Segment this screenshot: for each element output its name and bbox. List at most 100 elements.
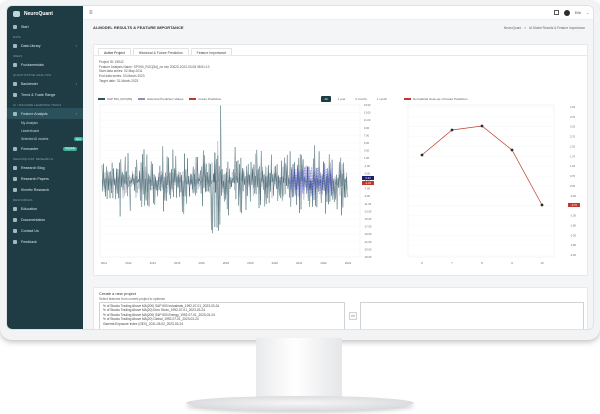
sidebar-nav: Start DATA Data Library › IDEAS Fundamentals Q… [7, 21, 83, 247]
closeup-y-tick-label: -3.30 [570, 253, 576, 257]
zoom-all-button[interactable]: All [321, 96, 331, 102]
zoom-1y-button[interactable]: 1 year [335, 96, 349, 102]
breadcrumb-home[interactable]: NeuroQuant [504, 26, 521, 30]
feature-option[interactable]: Gamma Exposure Index (GEX)_2011-05-02_20… [103, 322, 341, 326]
legend-item[interactable]: S&P 500_ROC[5d] [98, 97, 132, 101]
sidebar-subitem[interactable]: Leaderboard [7, 127, 83, 135]
chart-icon [13, 62, 17, 67]
sidebar-item-label: Research Papers [21, 176, 49, 181]
closeup-y-tick-label: -2.30 [570, 233, 576, 237]
y-tick-label: -11.00 [364, 202, 372, 206]
sidebar-item-label: Data Library [21, 43, 41, 48]
x-tick-label: 2019 [247, 261, 254, 265]
brain-icon [13, 111, 17, 116]
sidebar-item[interactable]: Documentation [7, 214, 83, 225]
y-tick-label: -15.00 [364, 217, 372, 221]
brand[interactable]: NeuroQuant [7, 6, 83, 21]
fullscreen-icon[interactable] [554, 10, 560, 15]
sidebar-item[interactable]: Kimetic Research [7, 184, 83, 195]
sidebar-item[interactable]: Forecaster Upgrade [7, 143, 83, 154]
chevron-down-icon[interactable]: ⌄ [586, 11, 589, 15]
sidebar-item[interactable]: Trend & Trade Range [7, 89, 83, 100]
results-panel: Active Project Historical & Future Predi… [93, 44, 588, 276]
sidebar-item[interactable]: Research Blog [7, 162, 83, 173]
menu-icon[interactable]: ≡ [89, 10, 93, 16]
main-content: AI-MODEL RESULTS & FEATURE IMPORTANCE Ne… [83, 20, 593, 329]
x-tick-label: 2011 [101, 261, 107, 265]
tab-feature-importance[interactable]: Feature Importance [190, 48, 233, 55]
closeup-y-tick-label: 3.70 [570, 115, 576, 119]
closeup-x-tick-label: 7 [451, 261, 453, 265]
education-icon [13, 206, 17, 211]
closeup-y-tick-label: 3.20 [570, 125, 576, 129]
selected-features-list[interactable] [360, 302, 584, 329]
breadcrumb-current: AI-Model Results & Feature Importance [529, 25, 585, 30]
sidebar-item[interactable]: Contact Us [7, 225, 83, 236]
y-tick-label: 13.00 [364, 111, 371, 115]
move-right-button[interactable]: >> [349, 312, 357, 320]
new-badge: New [73, 137, 83, 141]
sidebar-item-label: Contact Us [21, 228, 39, 233]
sidebar-section-label: NEUROQUANT RESEARCH [13, 157, 53, 161]
sidebar-item[interactable]: Data Library › [7, 40, 83, 51]
legend-item[interactable]: Future Prediction [189, 97, 221, 101]
trend-icon [13, 92, 17, 97]
zoom-1m-button[interactable]: 1 month [374, 96, 390, 102]
sidebar-item[interactable]: Fundamentals [7, 59, 83, 70]
legend-item[interactable]: Normalized close-up of Future Prediction [404, 97, 467, 101]
sidebar-subitem[interactable]: My Analysis [7, 119, 83, 127]
zoom-controls: All 1 year 6 months 1 month [321, 96, 390, 102]
closeup-y-tick-label: 2.70 [570, 135, 576, 139]
sidebar-item[interactable]: Feature Analysis › [7, 108, 83, 119]
y-tick-label: 7.00 [364, 133, 370, 137]
chevron-right-icon: › [75, 43, 77, 48]
database-icon [13, 43, 17, 48]
closeup-y-tick-label: 4.20 [570, 105, 576, 109]
y-tick-label: -19.00 [364, 232, 372, 236]
y-tick-label: -23.00 [364, 247, 372, 251]
sidebar-item[interactable]: Research Papers [7, 173, 83, 184]
x-tick-label: 2020 [272, 261, 279, 265]
sidebar-item-label: Education [21, 206, 37, 211]
sidebar-item[interactable]: Backtester › [7, 78, 83, 89]
create-project-title: Create a new project [99, 291, 136, 296]
chevron-right-icon: › [75, 111, 77, 116]
x-tick-label: 2012 [125, 261, 132, 265]
y-tick-label: 11.00 [364, 118, 371, 122]
y-tick-label: -9.00 [364, 194, 370, 198]
y-tick-label: -25.00 [364, 255, 372, 259]
closeup-x-tick-label: 8 [481, 261, 483, 265]
tab-active-project[interactable]: Active Project [98, 48, 131, 55]
x-tick-label: 2015 [174, 261, 181, 265]
zoom-6m-button[interactable]: 6 months [352, 96, 370, 102]
tab-bar: Active Project Historical & Future Predi… [94, 45, 587, 56]
feature-select-list[interactable]: % of Stocks Trading Above MA(200) S&P 50… [99, 302, 345, 329]
closeup-title: Normalized close-up of Future Prediction [413, 97, 468, 101]
prediction-chart-svg[interactable]: 15.00 13.00 11.00 9.00 7.00 5.00 3.00 1.00 -1.00… [98, 103, 390, 267]
sidebar-item-label: Feature Analysis [21, 111, 48, 116]
legend-item[interactable]: Historical Prediction Values [138, 97, 183, 101]
y-tick-label: -3.00 [364, 171, 370, 175]
sidebar-item[interactable]: Start [7, 21, 83, 32]
closeup-plot-area [407, 104, 555, 258]
closeup-point [450, 128, 454, 132]
closeup-chart-svg[interactable]: 4.20 3.70 3.20 2.70 2.20 1.70 1.20 0.70 0.20 -0.3… [404, 103, 586, 267]
closeup-legend: Normalized close-up of Future Prediction [404, 95, 586, 103]
page-title: AI-MODEL RESULTS & FEATURE IMPORTANCE [93, 25, 184, 30]
sidebar-item[interactable]: Education [7, 203, 83, 214]
brand-name: NeuroQuant [24, 10, 53, 17]
avatar[interactable] [564, 9, 571, 16]
sidebar-item-label: Start [21, 24, 29, 29]
sidebar-subitem[interactable]: Selected AI models New [7, 135, 83, 143]
user-name[interactable]: Erik [575, 11, 581, 15]
tab-historical-future-prediction[interactable]: Historical & Future Prediction [132, 48, 189, 55]
project-info: Project ID: 15942 Feature Analysis Name:… [99, 60, 209, 84]
closeup-y-tick-label: 1.20 [570, 164, 576, 168]
y-tick-label: 5.00 [364, 141, 370, 145]
closeup-y-tick-label: 1.70 [570, 154, 576, 158]
sidebar-subitem-label: My Analysis [21, 121, 38, 125]
closeup-point [510, 148, 514, 152]
target-date: Target date: 31-March-2023 [99, 78, 139, 83]
closeup-y-tick-label: -1.80 [570, 223, 576, 227]
sidebar-item[interactable]: Feedback [7, 236, 83, 247]
